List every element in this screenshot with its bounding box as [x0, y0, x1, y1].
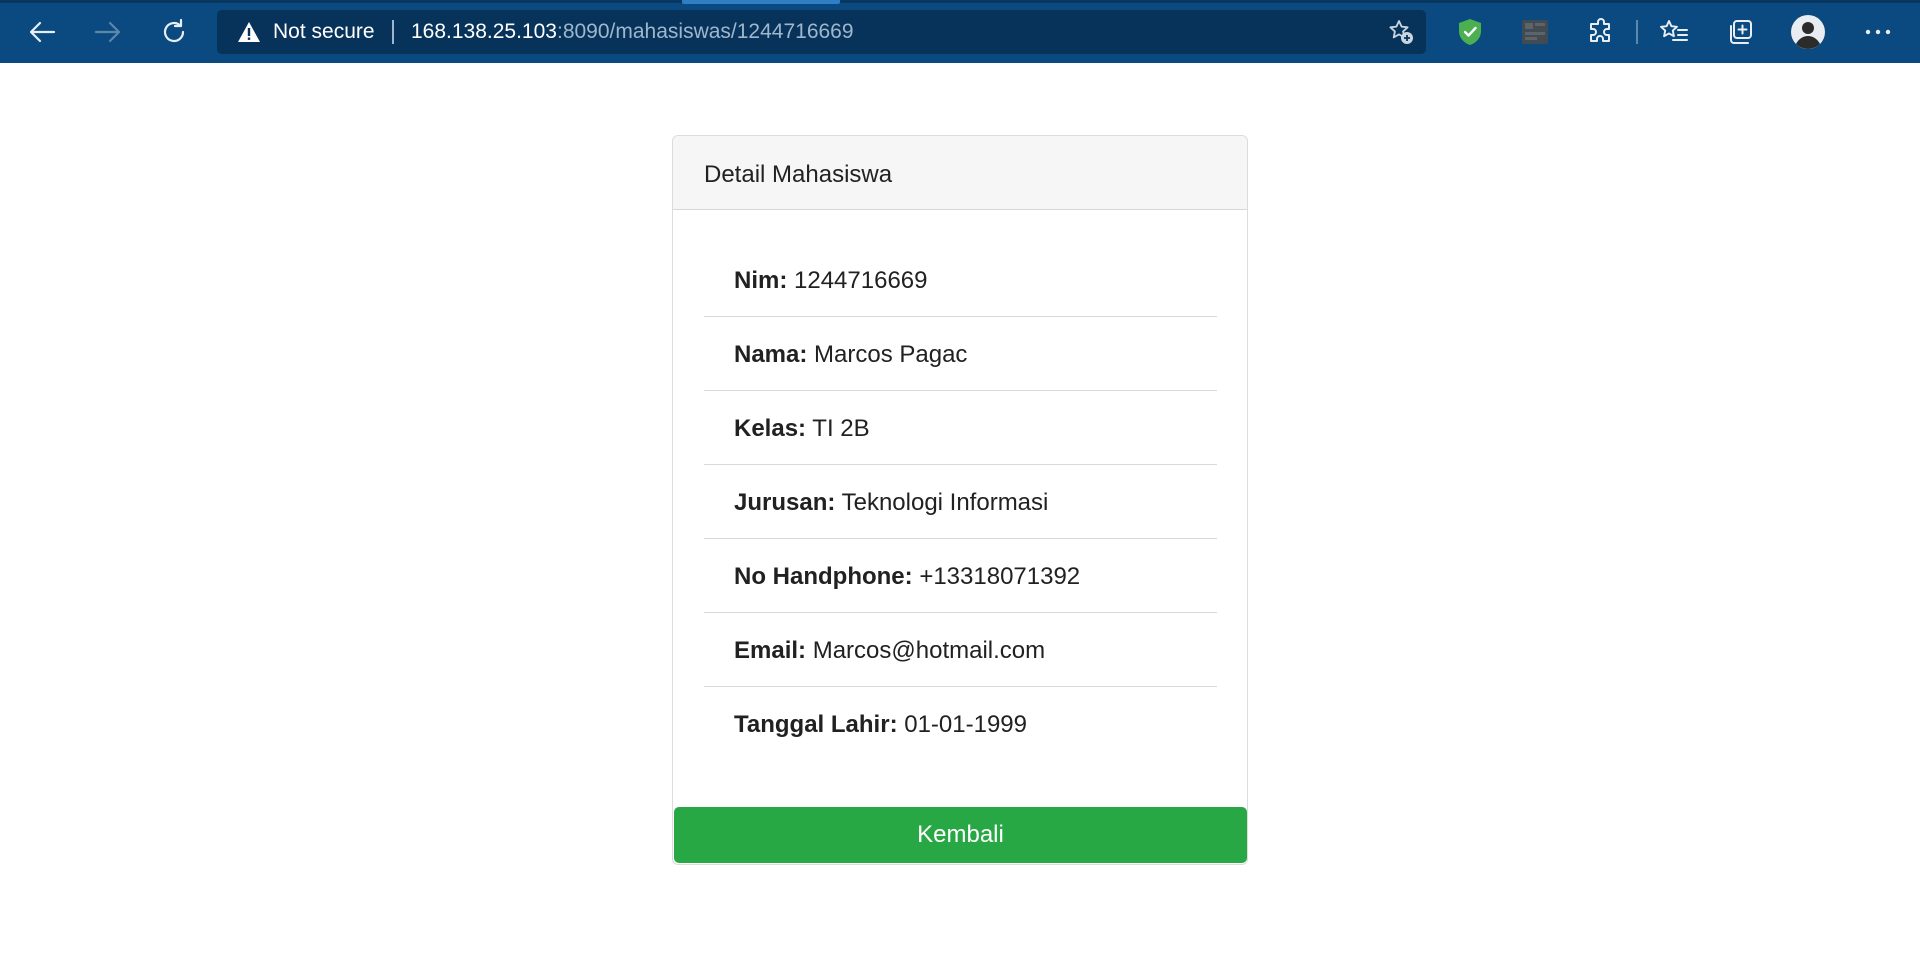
browser-toolbar: Not secure 168.138.25.103:8090/mahasiswa… — [0, 0, 1920, 63]
field-value: Teknologi Informasi — [841, 489, 1049, 516]
more-dots-icon — [1865, 29, 1891, 35]
detail-item-email: Email: Marcos@hotmail.com — [704, 613, 1217, 687]
field-value: 1244716669 — [794, 267, 928, 294]
card-header: Detail Mahasiswa — [673, 136, 1247, 210]
back-to-list-button[interactable]: Kembali — [674, 807, 1247, 863]
toolbar-top-line — [0, 0, 1920, 3]
arrow-right-icon — [94, 21, 121, 43]
detail-item-kelas: Kelas: TI 2B — [704, 391, 1217, 465]
favorites-button[interactable] — [1654, 12, 1694, 52]
detail-item-nama: Nama: Marcos Pagac — [704, 317, 1217, 391]
star-plus-icon — [1389, 20, 1413, 44]
extension-tile-icon — [1522, 20, 1548, 44]
warning-triangle-icon — [238, 22, 260, 42]
field-value: 01-01-1999 — [904, 711, 1027, 738]
back-button[interactable] — [22, 12, 62, 52]
student-detail-card: Detail Mahasiswa Nim: 1244716669 Nama: M… — [672, 135, 1248, 865]
arrow-left-icon — [29, 21, 56, 43]
favorites-icon — [1660, 20, 1688, 41]
active-tab-indicator[interactable] — [682, 0, 840, 4]
field-label: No Handphone: — [734, 563, 913, 590]
field-value: Marcos@hotmail.com — [812, 637, 1046, 664]
add-favorite-button[interactable] — [1386, 18, 1416, 46]
field-value: TI 2B — [812, 415, 870, 442]
url-text[interactable]: 168.138.25.103:8090/mahasiswas/124471666… — [411, 21, 854, 43]
extensions-button[interactable] — [1581, 12, 1621, 52]
address-separator — [392, 20, 394, 44]
collections-button[interactable] — [1720, 12, 1760, 52]
card-title: Detail Mahasiswa — [704, 161, 893, 188]
shield-extension-button[interactable] — [1450, 12, 1490, 52]
collections-icon — [1730, 20, 1752, 44]
field-label: Email: — [734, 637, 807, 664]
field-label: Kelas: — [734, 415, 807, 442]
detail-item-handphone: No Handphone: +13318071392 — [704, 539, 1217, 613]
detail-item-nim: Nim: 1244716669 — [704, 243, 1217, 317]
field-label: Nama: — [734, 341, 808, 368]
avatar-icon — [1791, 15, 1825, 49]
settings-menu-button[interactable] — [1858, 12, 1898, 52]
refresh-icon — [163, 18, 185, 43]
field-value: Marcos Pagac — [814, 341, 968, 368]
detail-item-tanggal-lahir: Tanggal Lahir: 01-01-1999 — [704, 687, 1217, 761]
profile-button[interactable] — [1788, 12, 1828, 52]
shield-check-icon — [1459, 19, 1481, 45]
url-host: 168.138.25.103 — [411, 20, 557, 43]
field-label: Nim: — [734, 267, 788, 294]
forward-button[interactable] — [88, 12, 128, 52]
security-status[interactable]: Not secure — [273, 21, 375, 43]
detail-list: Nim: 1244716669 Nama: Marcos Pagac Kelas… — [704, 243, 1217, 761]
toolbar-separator — [1636, 20, 1638, 44]
field-label: Jurusan: — [734, 489, 836, 516]
url-path: :8090/mahasiswas/1244716669 — [556, 20, 854, 43]
extension-tile-button[interactable] — [1515, 12, 1555, 52]
detail-item-jurusan: Jurusan: Teknologi Informasi — [704, 465, 1217, 539]
field-value: +13318071392 — [919, 563, 1081, 590]
puzzle-icon — [1590, 18, 1610, 42]
refresh-button[interactable] — [154, 12, 194, 52]
address-bar[interactable]: Not secure 168.138.25.103:8090/mahasiswa… — [217, 10, 1426, 54]
field-label: Tanggal Lahir: — [734, 711, 898, 738]
